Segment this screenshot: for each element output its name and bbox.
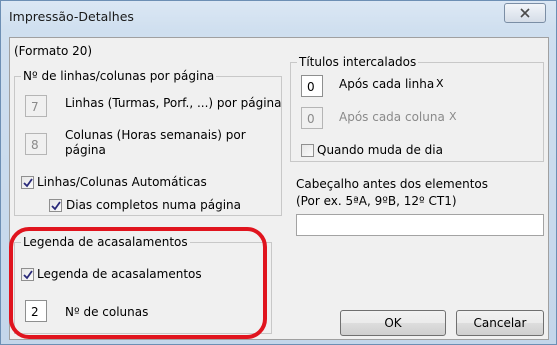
checkmark-icon: [23, 178, 33, 188]
fullday-label[interactable]: Dias completos numa página: [66, 198, 241, 212]
fullday-checkbox[interactable]: [49, 199, 62, 212]
legend-group: Legenda de acasalamentos Legenda de acas…: [14, 235, 272, 334]
lines-per-page-label: Linhas (Turmas, Porf., ...) por página: [65, 96, 282, 110]
after-column-label: Após cada coluna: [339, 110, 445, 124]
legend-checkbox[interactable]: [21, 268, 34, 281]
lines-columns-group-title: Nº de linhas/colunas por página: [21, 69, 217, 83]
after-line-label: Após cada linha: [339, 77, 435, 91]
legend-columns-label: Nº de colunas: [65, 305, 149, 319]
after-line-field[interactable]: 0: [301, 75, 323, 97]
lines-per-page-field[interactable]: 7: [25, 95, 47, 117]
checkmark-icon: [51, 201, 61, 211]
close-button[interactable]: [504, 3, 546, 23]
cancel-button[interactable]: Cancelar: [456, 310, 544, 336]
dialog-content: (Formato 20) Nº de linhas/colunas por pá…: [9, 37, 549, 340]
after-column-field[interactable]: 0: [301, 107, 323, 129]
day-change-label[interactable]: Quando muda de dia: [317, 143, 443, 157]
title-bar[interactable]: Impressão-Detalhes: [1, 1, 556, 31]
legend-columns-field[interactable]: 2: [25, 300, 47, 322]
after-column-x-mark: X: [449, 110, 457, 123]
legend-group-title: Legenda de acasalamentos: [21, 235, 190, 249]
legend-checkbox-label[interactable]: Legenda de acasalamentos: [37, 267, 202, 281]
window-title: Impressão-Detalhes: [9, 9, 134, 24]
header-label-line1: Cabeçalho antes dos elementos: [296, 177, 488, 191]
day-change-checkbox[interactable]: [301, 144, 314, 157]
header-label-line2: (Por ex. 5ªA, 9ºB, 12º CT1): [296, 194, 457, 208]
columns-per-page-label-line2: página: [65, 143, 106, 157]
columns-per-page-field[interactable]: 8: [25, 133, 47, 155]
format-label: (Formato 20): [14, 44, 93, 58]
header-input[interactable]: [296, 214, 544, 236]
columns-per-page-label-line1: Colunas (Horas semanais) por: [65, 128, 246, 142]
close-icon: [520, 8, 530, 18]
titles-group: Títulos intercalados 0 Após cada linha X…: [290, 55, 544, 162]
auto-lines-checkbox[interactable]: [21, 176, 34, 189]
dialog-window: Impressão-Detalhes (Formato 20) Nº de li…: [0, 0, 557, 345]
checkmark-icon: [23, 270, 33, 280]
lines-columns-group: Nº de linhas/colunas por página 7 Linhas…: [14, 69, 282, 216]
ok-button[interactable]: OK: [340, 310, 446, 336]
titles-group-title: Títulos intercalados: [297, 55, 419, 69]
after-line-x-mark: X: [436, 77, 444, 90]
auto-lines-label[interactable]: Linhas/Colunas Automáticas: [37, 175, 207, 189]
